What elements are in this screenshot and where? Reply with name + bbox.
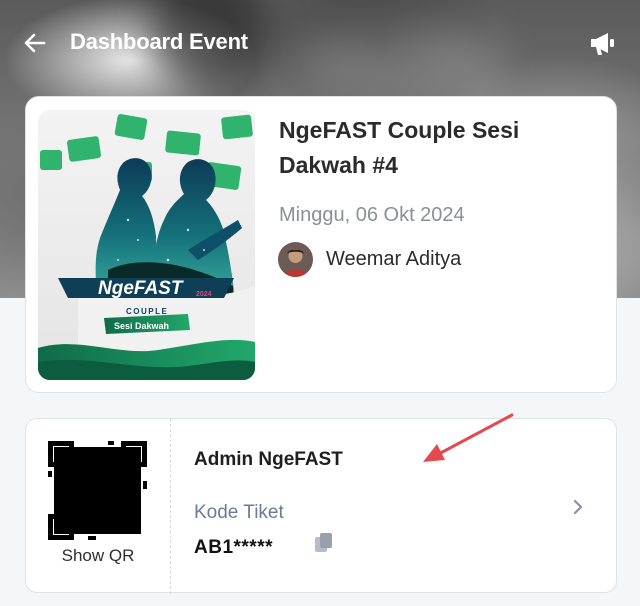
- event-poster[interactable]: NgeFAST 2024 COUPLE Sesi Dakwah: [38, 110, 255, 380]
- megaphone-icon: [591, 33, 614, 55]
- event-date: Minggu, 06 Okt 2024: [279, 204, 465, 226]
- ticket-code-value: AB1*****: [194, 537, 273, 558]
- back-button[interactable]: [22, 30, 48, 56]
- copy-icon: [315, 533, 332, 552]
- ticket-detail-button[interactable]: [570, 497, 586, 517]
- event-host: Weemar Aditya: [278, 242, 461, 277]
- show-qr-label: Show QR: [61, 546, 135, 565]
- announcement-button[interactable]: [586, 28, 618, 60]
- copy-code-button[interactable]: [314, 532, 334, 554]
- host-avatar: [278, 242, 313, 277]
- poster-year: 2024: [196, 291, 212, 298]
- show-qr-button[interactable]: Show QR: [26, 419, 171, 594]
- poster-image: NgeFAST 2024 COUPLE Sesi Dakwah: [38, 110, 255, 380]
- chevron-right-icon: [573, 499, 583, 515]
- qr-code-icon: [48, 441, 147, 540]
- top-bar: Dashboard Event: [0, 0, 640, 86]
- ticket-card[interactable]: Show QR Admin NgeFAST Kode Tiket AB1****…: [25, 418, 617, 594]
- ticket-code-label: Kode Tiket: [194, 502, 284, 523]
- poster-brand: NgeFAST: [98, 278, 184, 299]
- host-name: Weemar Aditya: [326, 248, 462, 270]
- poster-tagline: COUPLE: [126, 307, 168, 316]
- event-title: NgeFAST Couple Sesi Dakwah #4: [279, 117, 520, 178]
- ticket-owner-name: Admin NgeFAST: [194, 449, 343, 470]
- page-title: Dashboard Event: [70, 29, 248, 54]
- poster-subtitle: Sesi Dakwah: [114, 321, 169, 331]
- event-card: NgeFAST 2024 COUPLE Sesi Dakwah NgeFAST …: [25, 96, 617, 393]
- arrow-left-icon: [24, 33, 46, 53]
